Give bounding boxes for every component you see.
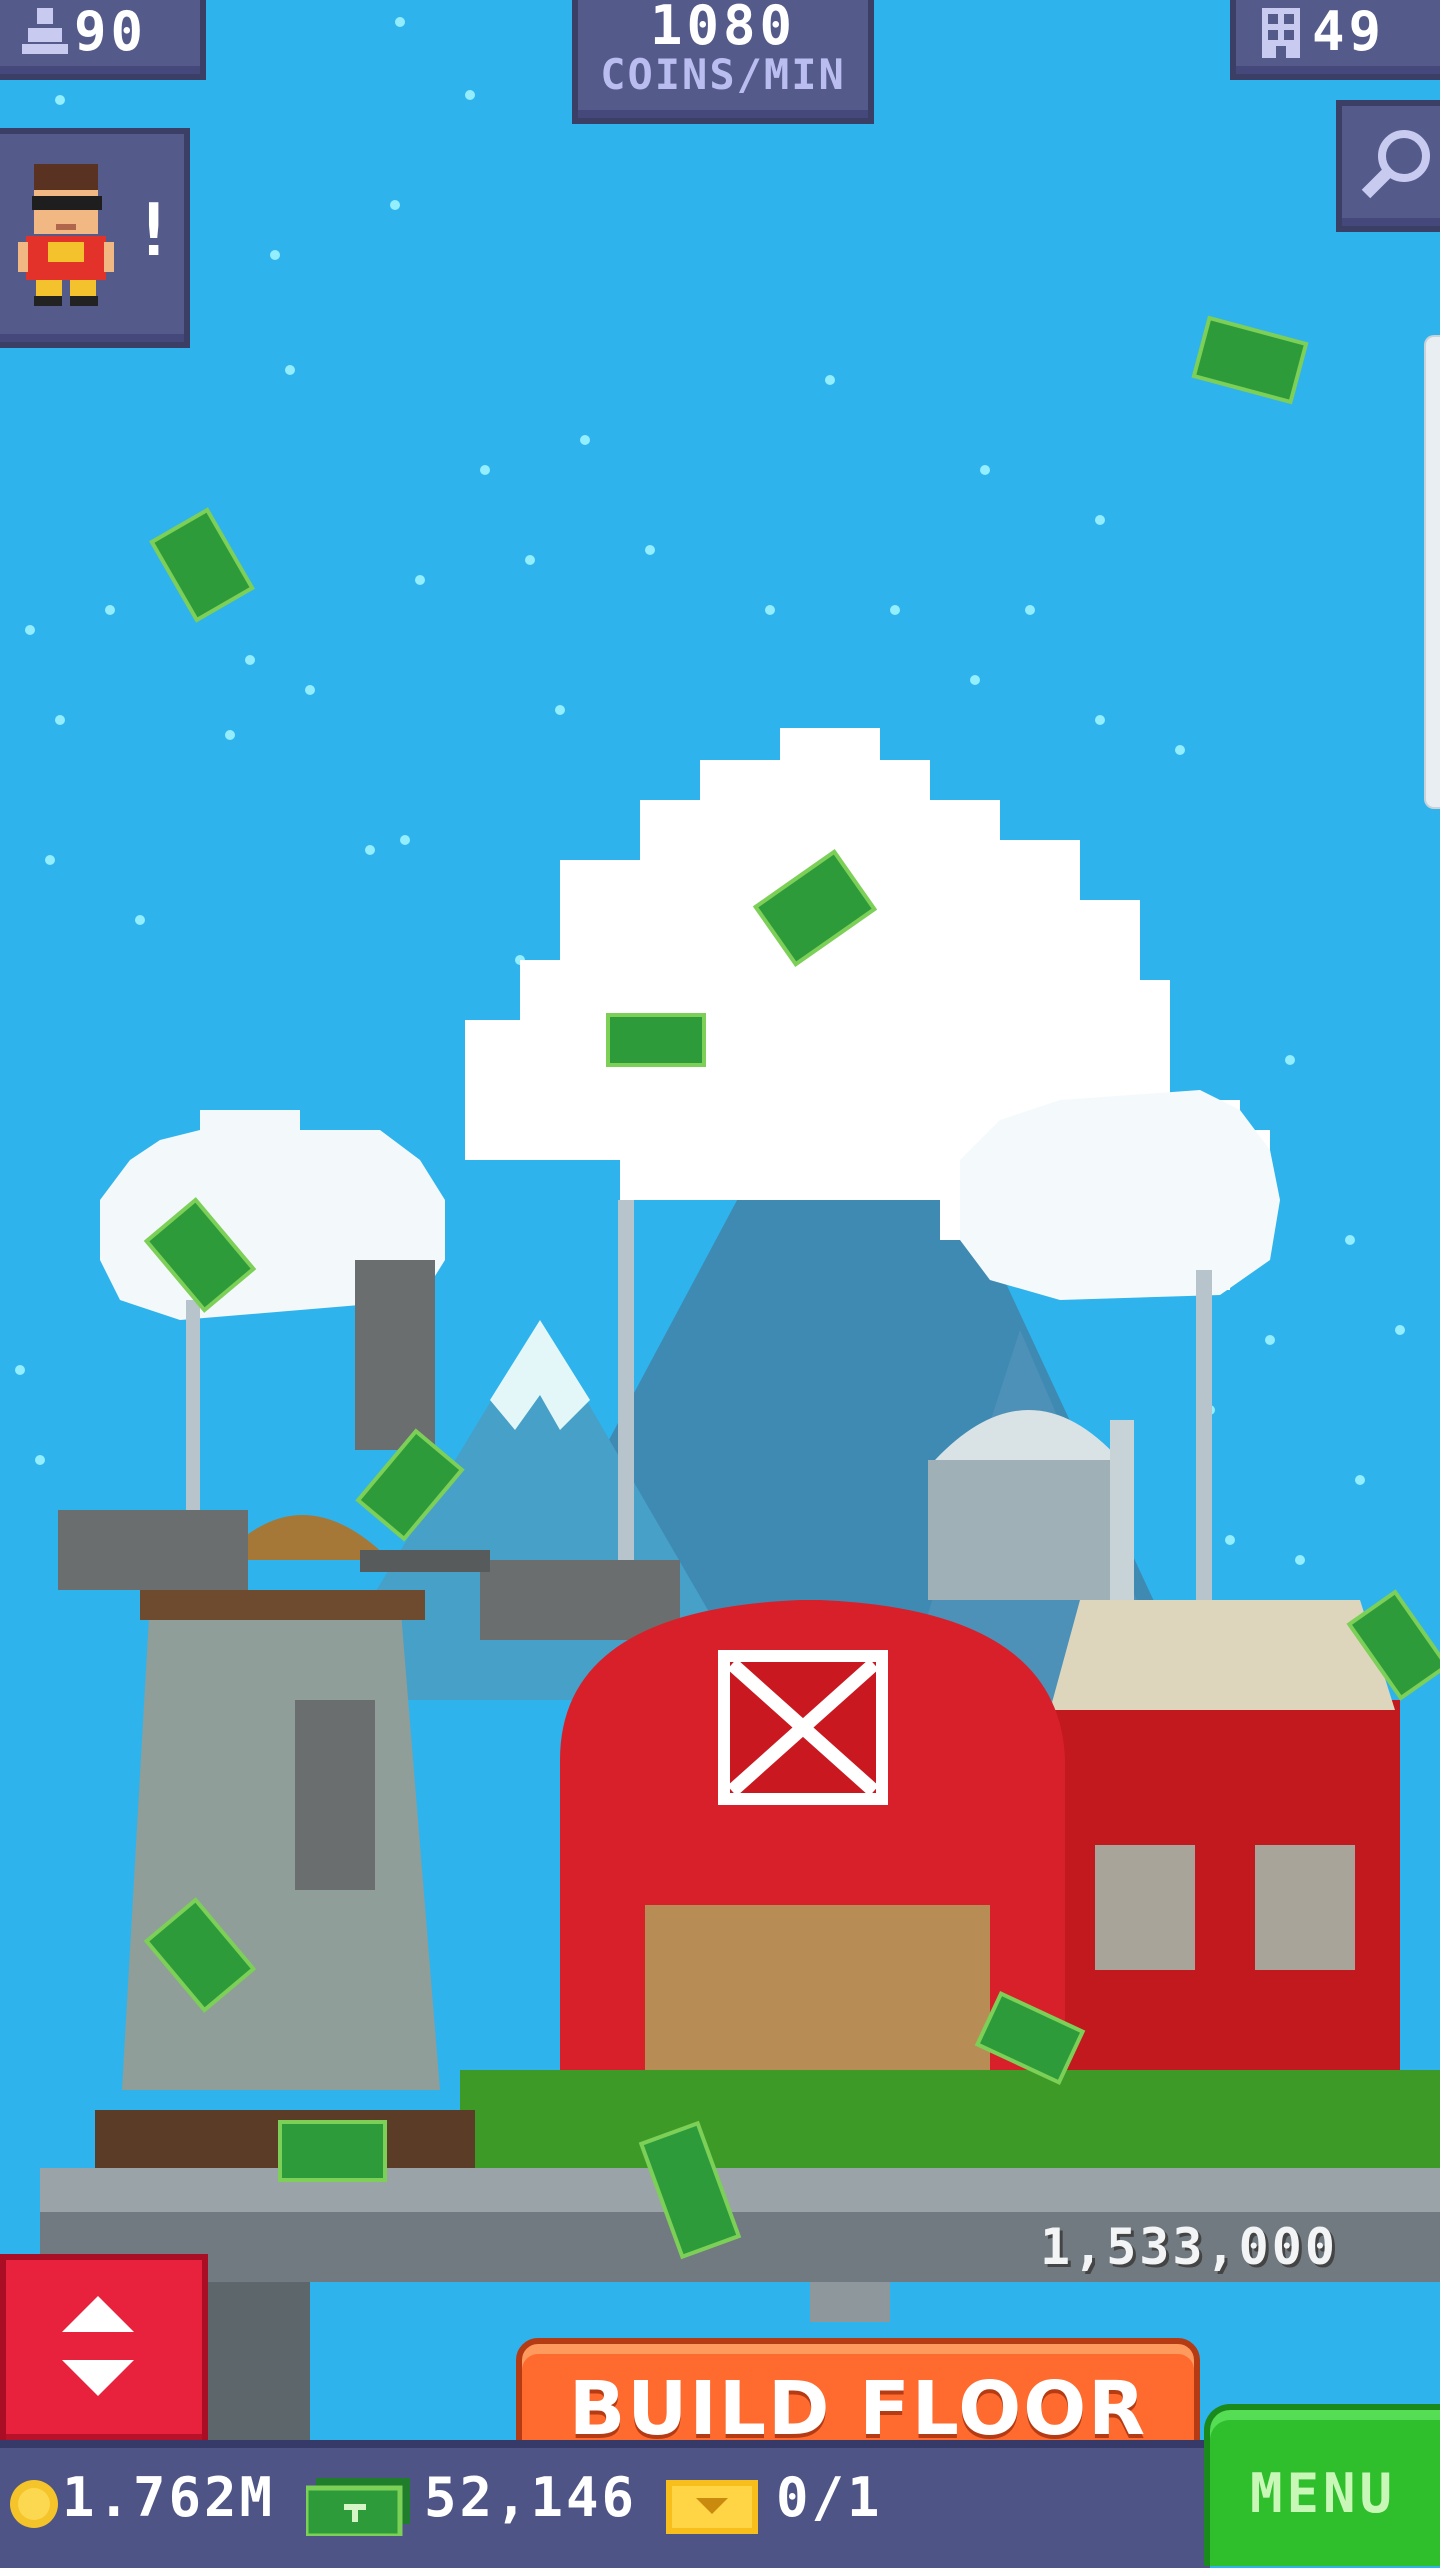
coins-per-min-label: COINS/MIN	[600, 50, 846, 99]
barn	[560, 1600, 1400, 2090]
search-button[interactable]	[1336, 100, 1440, 232]
menu-label: MENU	[1250, 2462, 1397, 2525]
coin-icon	[10, 2480, 58, 2528]
floor-counter[interactable]: 49	[1230, 0, 1440, 80]
alert-mark: !	[132, 188, 180, 272]
tickets-value: 0/1	[776, 2466, 883, 2529]
floors-value: 49	[1312, 0, 1386, 63]
up-down-arrows-icon	[62, 2296, 134, 2396]
tower-scene	[0, 0, 1440, 2560]
person-icon	[22, 8, 68, 54]
grass	[460, 2070, 1440, 2170]
population-counter[interactable]: 90	[0, 0, 206, 80]
building-icon	[1262, 8, 1300, 58]
elevator-button[interactable]	[0, 2254, 208, 2450]
coins-per-min-value: 1080	[649, 0, 797, 57]
visitor-alert-button[interactable]: !	[0, 128, 190, 348]
banknote-icon	[306, 2478, 410, 2536]
floor-cost: 1,533,000	[1040, 2218, 1338, 2276]
bux-value: 52,146	[424, 2466, 638, 2529]
ticket-icon	[666, 2480, 758, 2534]
population-value: 90	[74, 0, 148, 63]
coins-per-min-panel: 1080 COINS/MIN	[572, 0, 874, 124]
avatar	[18, 164, 114, 306]
magnifier-icon	[1361, 130, 1430, 199]
menu-button[interactable]: MENU	[1204, 2404, 1440, 2566]
floor-slab	[40, 2168, 1440, 2212]
coins-value: 1.762M	[62, 2466, 276, 2529]
side-scrollbar[interactable]	[1424, 335, 1440, 809]
